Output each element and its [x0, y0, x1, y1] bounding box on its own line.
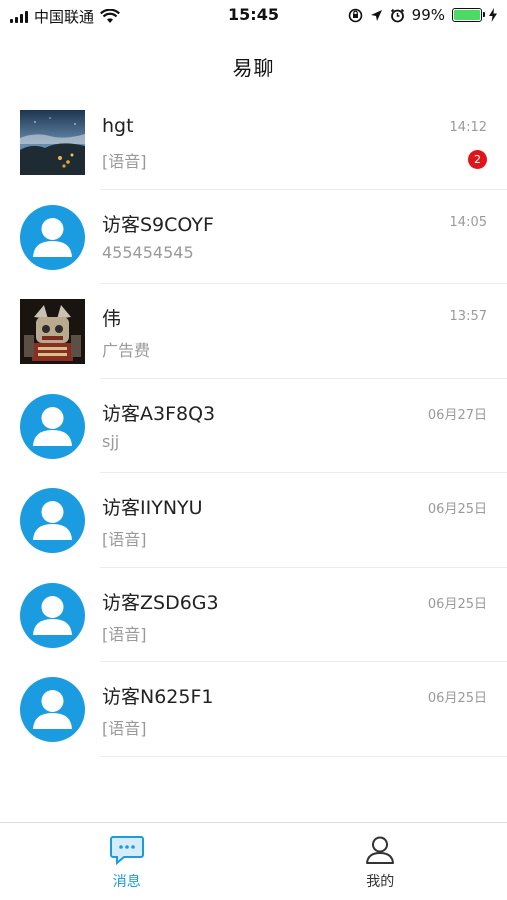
status-bar: 中国联通 15:45 99% — [0, 0, 507, 30]
default-user-icon — [33, 217, 72, 257]
conversation-row[interactable]: 访客S9COYF 455454545 14:05 — [0, 190, 507, 284]
status-bar-right: 99% — [348, 6, 497, 24]
tab-me[interactable]: 我的 — [254, 823, 507, 900]
conversation-row[interactable]: 伟 广告费 13:57 — [0, 284, 507, 379]
default-user-icon — [33, 595, 72, 635]
conversation-row[interactable]: 访客IIYNYU [语音] 06月25日 — [0, 473, 507, 568]
tab-bar: 消息 我的 — [0, 822, 507, 900]
avatar — [20, 299, 85, 364]
message-time: 06月27日 — [427, 407, 487, 423]
user-outline-icon — [366, 836, 395, 864]
conversation-name: 访客A3F8Q3 — [102, 402, 216, 425]
orientation-lock-icon — [348, 8, 362, 22]
avatar — [20, 393, 85, 459]
row-divider — [100, 755, 507, 757]
message-time: 14:12 — [449, 120, 487, 135]
conversation-name: 访客S9COYF — [102, 213, 214, 236]
conversation-name: hgt — [102, 115, 134, 137]
page-title: 易聊 — [232, 55, 275, 80]
last-message: [语音] — [102, 530, 147, 549]
message-time: 14:05 — [449, 214, 487, 230]
default-user-icon — [33, 406, 72, 446]
last-message: [语音] — [102, 719, 147, 738]
landscape-photo-icon — [20, 110, 85, 175]
location-icon — [370, 9, 382, 21]
message-time: 06月25日 — [427, 691, 487, 706]
tab-messages[interactable]: 消息 — [0, 823, 254, 900]
avatar — [20, 677, 85, 742]
avatar — [20, 488, 85, 553]
last-message: [语音] — [102, 152, 147, 171]
tab-me-label: 我的 — [366, 874, 395, 890]
cartoon-photo-icon — [20, 299, 85, 364]
message-time: 06月25日 — [427, 596, 487, 612]
charging-icon — [489, 8, 497, 22]
tab-messages-label: 消息 — [112, 874, 141, 890]
last-message: 455454545 — [102, 242, 194, 262]
chat-bubble-icon — [109, 836, 144, 865]
conversation-row[interactable]: 访客N625F1 [语音] 06月25日 — [0, 662, 507, 757]
avatar — [20, 582, 85, 648]
conversation-row[interactable]: 访客ZSD6G3 [语音] 06月25日 — [0, 568, 507, 662]
avatar — [20, 110, 85, 175]
default-user-icon — [33, 690, 72, 729]
navigation-bar: 易聊 — [0, 30, 507, 102]
last-message: 广告费 — [102, 341, 151, 360]
last-message: sjj — [102, 431, 120, 451]
message-time: 13:57 — [449, 309, 487, 324]
battery-icon — [452, 8, 485, 22]
conversation-name: 访客ZSD6G3 — [102, 591, 219, 614]
conversation-row[interactable]: hgt [语音] 14:12 2 — [0, 95, 507, 190]
conversation-name: 伟 — [102, 308, 122, 330]
unread-badge: 2 — [468, 150, 487, 169]
conversation-name: 访客IIYNYU — [102, 497, 203, 519]
default-user-icon — [33, 501, 72, 540]
conversation-list: hgt [语音] 14:12 2 访客S9COYF 455454545 14:0… — [0, 95, 507, 757]
battery-percent: 99% — [411, 6, 445, 24]
battery-level-fill — [454, 10, 480, 20]
last-message: [语音] — [102, 624, 147, 644]
message-time: 06月25日 — [427, 502, 487, 517]
conversation-name: 访客N625F1 — [102, 686, 214, 708]
avatar — [20, 204, 85, 270]
alarm-icon — [390, 8, 404, 22]
conversation-row[interactable]: 访客A3F8Q3 sjj 06月27日 — [0, 379, 507, 473]
